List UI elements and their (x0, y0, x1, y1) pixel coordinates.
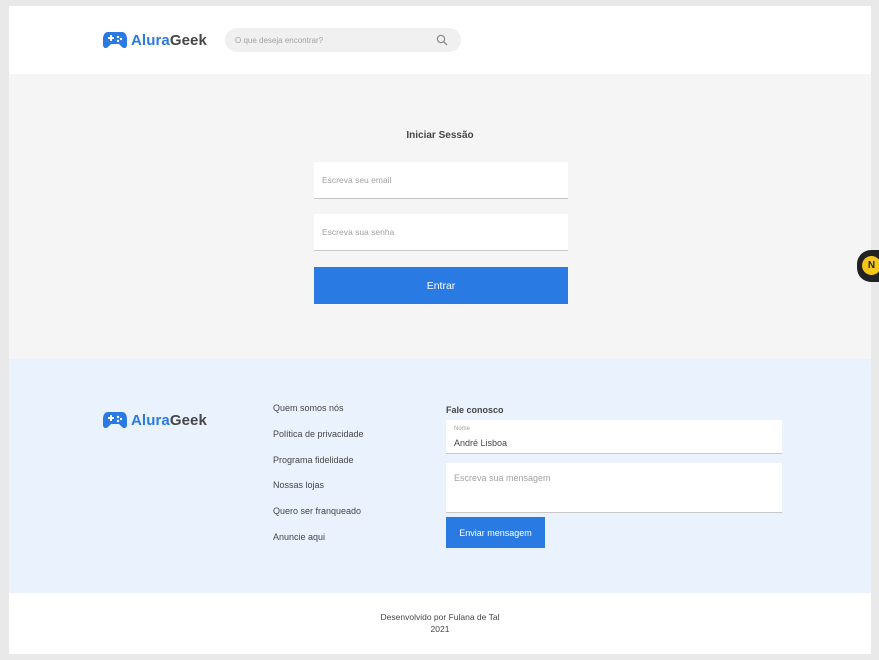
search-input[interactable] (235, 28, 425, 52)
footer-link-quem-somos[interactable]: Quem somos nós (273, 403, 364, 429)
search-icon[interactable] (436, 34, 448, 46)
password-field (314, 214, 568, 251)
message-input[interactable] (446, 463, 782, 512)
email-input[interactable] (314, 162, 568, 198)
search-bar (225, 28, 461, 52)
credit-bar: Desenvolvido por Fulana de Tal 2021 (9, 593, 871, 654)
logo-text: AluraGeek (131, 412, 207, 429)
footer-logo[interactable]: AluraGeek (103, 411, 207, 429)
gamepad-icon (103, 412, 127, 429)
page-frame: AluraGeek Iniciar Sessão Entrar (9, 6, 871, 654)
credit-year: 2021 (430, 624, 450, 634)
badge-letter: N (862, 256, 879, 275)
footer-link-franqueado[interactable]: Quero ser franqueado (273, 506, 364, 532)
footer-link-lojas[interactable]: Nossas lojas (273, 480, 364, 506)
name-label: Nome (454, 426, 471, 432)
password-input[interactable] (314, 214, 568, 250)
name-field: Nome (446, 420, 782, 454)
footer-link-anuncie[interactable]: Anuncie aqui (273, 532, 364, 558)
login-title: Iniciar Sessão (406, 130, 474, 141)
email-field (314, 162, 568, 199)
logo-text-geek: Geek (169, 411, 207, 429)
contact-title: Fale conosco (446, 405, 504, 415)
footer-link-fidelidade[interactable]: Programa fidelidade (273, 455, 364, 481)
message-field (446, 463, 782, 513)
extension-badge[interactable]: N (857, 250, 879, 282)
site-footer: AluraGeek Quem somos nós Política de pri… (9, 359, 871, 593)
credit-author: Desenvolvido por Fulana de Tal (380, 612, 500, 622)
login-section: Iniciar Sessão Entrar (9, 74, 871, 359)
logo-text-geek: Geek (169, 31, 207, 49)
login-button[interactable]: Entrar (314, 267, 568, 304)
logo-text: AluraGeek (131, 32, 207, 49)
send-message-button[interactable]: Enviar mensagem (446, 517, 545, 548)
footer-links: Quem somos nós Política de privacidade P… (273, 403, 364, 558)
footer-link-privacidade[interactable]: Política de privacidade (273, 429, 364, 455)
header-logo[interactable]: AluraGeek (103, 31, 207, 49)
logo-text-alura: Alura (131, 411, 170, 429)
logo-text-alura: Alura (131, 31, 170, 49)
name-input[interactable] (454, 436, 774, 450)
site-header: AluraGeek (9, 6, 871, 74)
gamepad-icon (103, 32, 127, 49)
